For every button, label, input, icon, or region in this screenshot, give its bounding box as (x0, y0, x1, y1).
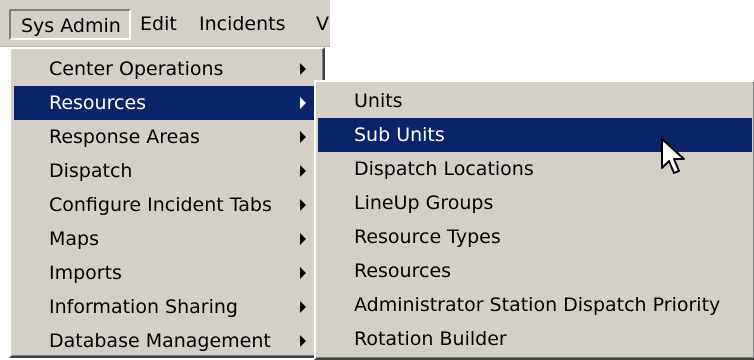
menu-view-truncated[interactable]: V (312, 9, 330, 40)
submenu-item-label: Resource Types (354, 226, 501, 248)
menu-item-dispatch[interactable]: Dispatch (14, 154, 320, 188)
submenu-item-label: LineUp Groups (354, 192, 494, 214)
submenu-arrow-icon (300, 335, 306, 347)
menu-item-label: Configure Incident Tabs (49, 194, 272, 216)
sys-admin-dropdown: Center Operations Resources Response Are… (9, 47, 325, 358)
submenu-item-resources[interactable]: Resources (318, 254, 752, 288)
submenu-arrow-icon (300, 131, 306, 143)
menu-item-imports[interactable]: Imports (14, 256, 320, 290)
menu-item-label: Imports (49, 262, 122, 284)
submenu-item-label: Administrator Station Dispatch Priority (354, 294, 721, 316)
submenu-item-resource-types[interactable]: Resource Types (318, 220, 752, 254)
submenu-item-lineup-groups[interactable]: LineUp Groups (318, 186, 752, 220)
submenu-arrow-icon (300, 97, 306, 109)
menu-edit[interactable]: Edit (140, 9, 177, 40)
menu-item-resources[interactable]: Resources (14, 86, 320, 120)
menu-item-label: Information Sharing (49, 296, 238, 318)
menu-incidents[interactable]: Incidents (199, 9, 286, 40)
menu-item-information-sharing[interactable]: Information Sharing (14, 290, 320, 324)
resources-submenu: Units Sub Units Dispatch Locations LineU… (314, 80, 754, 360)
application-window: Sys Admin Edit Incidents V Center Operat… (0, 0, 754, 360)
submenu-item-units[interactable]: Units (318, 84, 752, 118)
menu-item-label: Center Operations (49, 58, 224, 80)
submenu-item-label: Units (354, 90, 403, 112)
menu-item-center-operations[interactable]: Center Operations (14, 52, 320, 86)
submenu-arrow-icon (300, 199, 306, 211)
menu-sys-admin[interactable]: Sys Admin (9, 9, 131, 40)
submenu-arrow-icon (300, 267, 306, 279)
menu-item-label: Database Management (49, 330, 271, 352)
mouse-cursor-icon (661, 138, 685, 174)
submenu-item-label: Dispatch Locations (354, 158, 534, 180)
submenu-item-label: Sub Units (354, 124, 445, 146)
submenu-arrow-icon (300, 63, 306, 75)
menu-item-response-areas[interactable]: Response Areas (14, 120, 320, 154)
submenu-item-label: Resources (354, 260, 452, 282)
menu-item-label: Maps (49, 228, 99, 250)
submenu-arrow-icon (300, 301, 306, 313)
submenu-item-administrator-station-dispatch-priority[interactable]: Administrator Station Dispatch Priority (318, 288, 752, 322)
menu-bar: Sys Admin Edit Incidents V (0, 0, 330, 47)
submenu-arrow-icon (300, 233, 306, 245)
menu-item-label: Dispatch (49, 160, 133, 182)
submenu-arrow-icon (300, 165, 306, 177)
menu-item-maps[interactable]: Maps (14, 222, 320, 256)
menu-item-label: Response Areas (49, 126, 200, 148)
menu-item-database-management[interactable]: Database Management (14, 324, 320, 358)
menu-item-configure-incident-tabs[interactable]: Configure Incident Tabs (14, 188, 320, 222)
menu-item-label: Resources (49, 92, 147, 114)
submenu-item-label: Rotation Builder (354, 328, 507, 350)
submenu-item-rotation-builder[interactable]: Rotation Builder (318, 322, 752, 356)
